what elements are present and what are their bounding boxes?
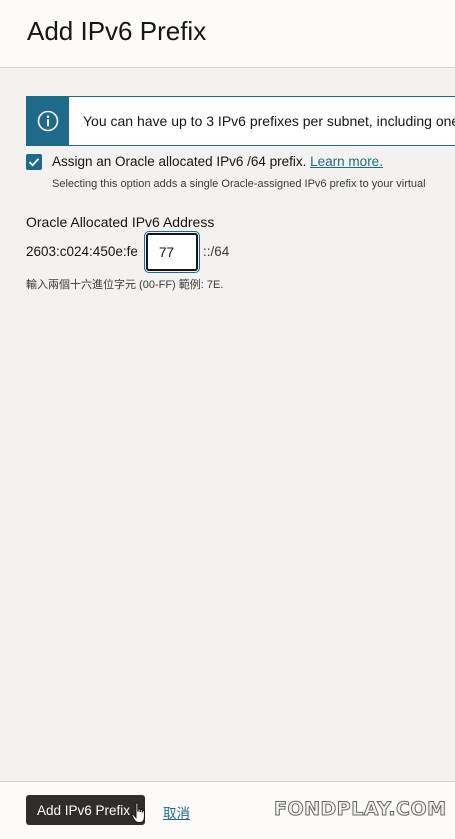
hand-cursor-icon [131, 802, 145, 823]
info-banner-message: You can have up to 3 IPv6 prefixes per s… [83, 113, 455, 129]
assign-prefix-label-text: Assign an Oracle allocated IPv6 /64 pref… [52, 154, 307, 169]
assign-prefix-checkbox[interactable] [26, 154, 42, 170]
ipv6-address-label: Oracle Allocated IPv6 Address [26, 214, 215, 230]
assign-prefix-help-text: Selecting this option adds a single Orac… [52, 178, 426, 190]
info-banner: You can have up to 3 IPv6 prefixes per s… [26, 96, 455, 146]
ipv6-address-suffix: ::/64 [203, 244, 230, 259]
add-ipv6-prefix-panel: Add IPv6 Prefix You can have up to 3 IPv… [0, 0, 455, 839]
watermark: FONDPLAY.COM [274, 798, 447, 821]
panel-footer: Add IPv6 Prefix 取消 FONDPLAY.COM [0, 781, 455, 839]
ipv6-address-prefix: 2603:c024:450e:fe [26, 244, 138, 259]
assign-prefix-label: Assign an Oracle allocated IPv6 /64 pref… [52, 154, 383, 169]
learn-more-link[interactable]: Learn more. [310, 154, 383, 169]
ipv6-hex-hint: 輸入兩個十六進位字元 (00-FF) 範例: 7E. [26, 279, 224, 291]
checkmark-icon [28, 158, 40, 167]
panel-header: Add IPv6 Prefix [0, 0, 455, 68]
add-ipv6-prefix-button[interactable]: Add IPv6 Prefix [26, 795, 145, 825]
info-icon [27, 97, 69, 145]
cancel-link[interactable]: 取消 [163, 802, 190, 822]
page-title: Add IPv6 Prefix [27, 16, 207, 46]
ipv6-hex-input[interactable] [144, 231, 200, 273]
